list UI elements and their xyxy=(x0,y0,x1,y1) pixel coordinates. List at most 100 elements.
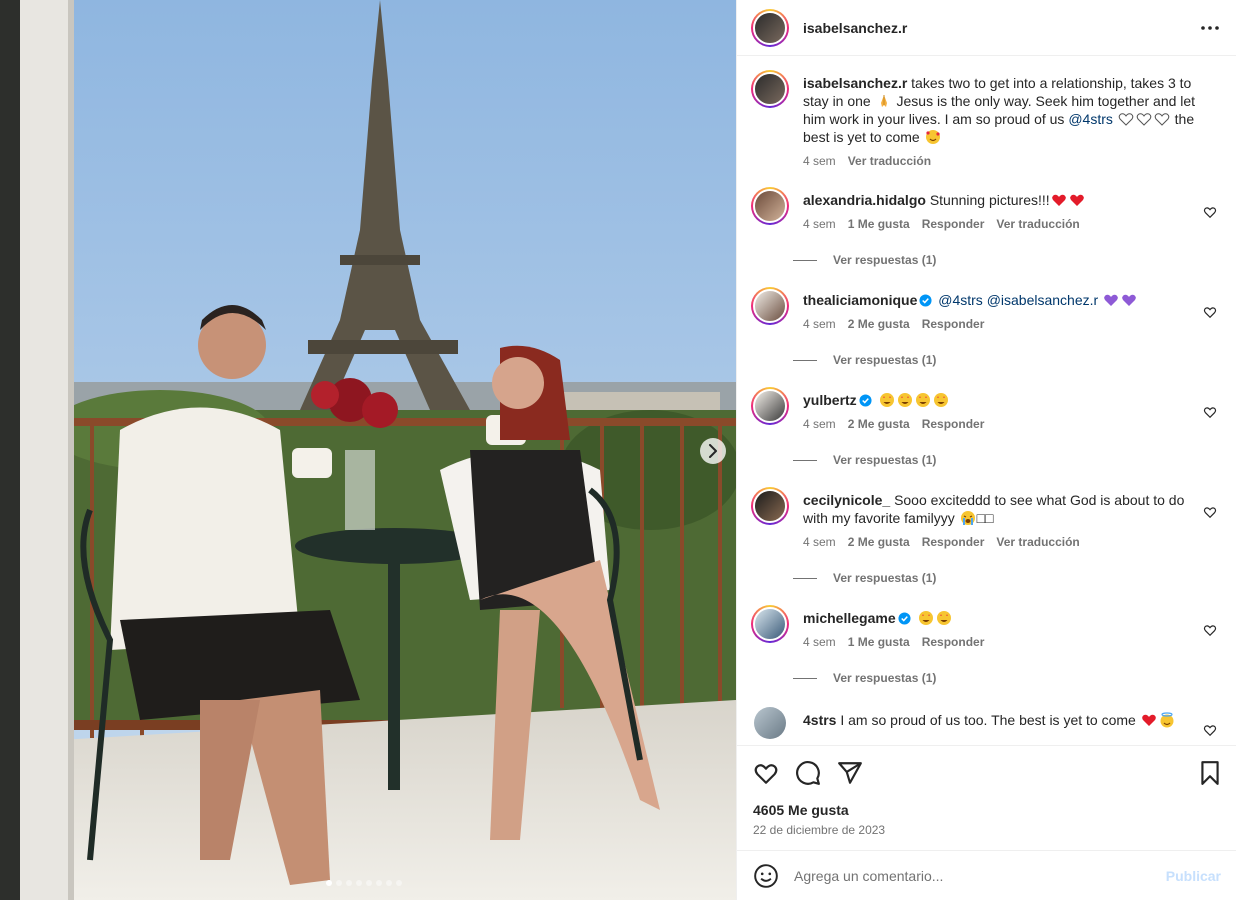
comment-time[interactable]: 4 sem xyxy=(803,215,836,233)
save-button[interactable] xyxy=(1197,760,1223,786)
commenter-username[interactable]: 4strs xyxy=(803,712,836,728)
view-replies-button[interactable]: Ver respuestas (1) xyxy=(793,453,936,467)
comment-time[interactable]: 4 sem xyxy=(803,633,836,651)
comments-list[interactable]: isabelsanchez.r takes two to get into a … xyxy=(737,57,1236,745)
caption-time[interactable]: 4 sem xyxy=(803,152,836,170)
carousel-dot xyxy=(336,880,342,886)
post-image[interactable] xyxy=(0,0,736,900)
replies-divider xyxy=(793,459,817,461)
comment-meta: 4 sem 1 Me gusta Responder Ver traducció… xyxy=(803,215,1193,233)
commenter-avatar[interactable] xyxy=(754,707,786,739)
view-replies-label: Ver respuestas (1) xyxy=(833,253,937,267)
comment-like-button[interactable] xyxy=(1203,623,1217,637)
post-date[interactable]: 22 de diciembre de 2023 xyxy=(753,823,885,837)
commenter-avatar[interactable] xyxy=(751,605,789,643)
comment-time[interactable]: 4 sem xyxy=(803,415,836,433)
commenter-username[interactable]: thealiciamonique xyxy=(803,292,917,308)
emoji-picker-button[interactable] xyxy=(753,863,779,889)
comment-mentions[interactable]: @4strs @isabelsanchez.r xyxy=(938,292,1098,308)
comment-likes-count[interactable]: 1 Me gusta xyxy=(848,633,910,651)
comment-like-button[interactable] xyxy=(1203,305,1217,319)
author-avatar[interactable] xyxy=(751,8,789,47)
comment-like-button[interactable] xyxy=(1203,505,1217,519)
comment-text: alexandria.hidalgo Stunning pictures!!! xyxy=(803,191,1193,209)
comment-body: michellegame 4 sem 1 Me gusta Responder xyxy=(803,609,1193,651)
paper-plane-icon xyxy=(838,762,862,784)
comment-meta: 4 sem 2 Me gusta Responder xyxy=(803,315,1193,333)
carousel-dot xyxy=(386,880,392,886)
commenter-avatar[interactable] xyxy=(751,387,789,425)
caption-mention[interactable]: @4strs xyxy=(1068,111,1113,127)
commenter-avatar[interactable] xyxy=(751,287,789,325)
comment-likes-count[interactable]: 2 Me gusta xyxy=(848,533,910,551)
reply-button[interactable]: Responder xyxy=(922,315,985,333)
publish-button[interactable]: Publicar xyxy=(1166,868,1221,884)
author-avatar[interactable] xyxy=(751,70,789,108)
view-replies-button[interactable]: Ver respuestas (1) xyxy=(793,671,936,685)
star-eyes-emoji-icon xyxy=(936,611,951,625)
star-eyes-emoji-icon xyxy=(879,393,894,407)
reply-button[interactable]: Responder xyxy=(922,633,985,651)
commenter-avatar[interactable] xyxy=(751,487,789,525)
see-translation-link[interactable]: Ver traducción xyxy=(848,152,931,170)
comment-text-content: I am so proud of us too. The best is yet… xyxy=(840,712,1140,728)
view-replies-label: Ver respuestas (1) xyxy=(833,453,937,467)
likes-count[interactable]: 4605 Me gusta xyxy=(753,802,849,818)
comment-input[interactable] xyxy=(794,867,1154,884)
caption-username[interactable]: isabelsanchez.r xyxy=(803,75,907,91)
folded-hands-emoji-icon xyxy=(880,95,887,107)
carousel-dot xyxy=(356,880,362,886)
comment-text: 4strs I am so proud of us too. The best … xyxy=(803,711,1193,729)
star-eyes-emoji-icon xyxy=(897,393,912,407)
share-button[interactable] xyxy=(837,760,863,786)
author-username[interactable]: isabelsanchez.r xyxy=(803,20,907,36)
view-replies-label: Ver respuestas (1) xyxy=(833,353,937,367)
commenter-username[interactable]: alexandria.hidalgo xyxy=(803,192,926,208)
purple-heart-emoji-icon xyxy=(1122,294,1136,306)
comment-meta: 4 sem 1 Me gusta Responder xyxy=(803,633,1193,651)
like-button[interactable] xyxy=(753,760,779,786)
replies-divider xyxy=(793,259,817,261)
commenter-username[interactable]: yulbertz xyxy=(803,392,857,408)
view-replies-button[interactable]: Ver respuestas (1) xyxy=(793,571,936,585)
verified-badge-icon xyxy=(859,394,872,407)
comment-time[interactable]: 4 sem xyxy=(803,533,836,551)
comment-button[interactable] xyxy=(795,760,821,786)
see-translation-link[interactable]: Ver traducción xyxy=(996,215,1079,233)
reply-button[interactable]: Responder xyxy=(922,533,985,551)
comment-time[interactable]: 4 sem xyxy=(803,315,836,333)
comment-bubble-icon xyxy=(796,761,820,785)
comment-trailing-glyphs: □□ xyxy=(976,510,994,526)
post-side-panel: isabelsanchez.r isabelsanchez.r takes tw… xyxy=(736,0,1236,900)
view-replies-button[interactable]: Ver respuestas (1) xyxy=(793,253,936,267)
comment-text: thealiciamonique @4strs @isabelsanchez.r xyxy=(803,291,1193,309)
comment-like-button[interactable] xyxy=(1203,405,1217,419)
white-heart-emoji-icon xyxy=(1154,113,1170,126)
comment-likes-count[interactable]: 1 Me gusta xyxy=(848,215,910,233)
comment-like-button[interactable] xyxy=(1203,723,1217,737)
star-eyes-emoji-icon xyxy=(933,393,948,407)
reply-button[interactable]: Responder xyxy=(922,415,985,433)
comment-likes-count[interactable]: 2 Me gusta xyxy=(848,315,910,333)
commenter-username[interactable]: cecilynicole_ xyxy=(803,492,890,508)
red-heart-emoji-icon xyxy=(1051,194,1066,206)
comment-meta: 4 sem 2 Me gusta Responder Ver traducció… xyxy=(803,533,1193,551)
chevron-right-icon xyxy=(709,444,717,458)
carousel-next-button[interactable] xyxy=(700,438,726,464)
carousel-dot xyxy=(396,880,402,886)
view-replies-label: Ver respuestas (1) xyxy=(833,671,937,685)
white-heart-emoji-icon xyxy=(1118,113,1134,126)
commenter-username[interactable]: michellegame xyxy=(803,610,896,626)
comment-likes-count[interactable]: 2 Me gusta xyxy=(848,415,910,433)
more-options-button[interactable] xyxy=(1201,19,1219,37)
reply-button[interactable]: Responder xyxy=(922,215,985,233)
comment-like-button[interactable] xyxy=(1203,205,1217,219)
red-heart-emoji-icon xyxy=(1141,714,1156,726)
verified-badge-icon xyxy=(919,294,932,307)
action-icons xyxy=(753,760,863,786)
commenter-avatar[interactable] xyxy=(751,187,789,225)
comment-text: yulbertz xyxy=(803,391,1193,409)
view-replies-button[interactable]: Ver respuestas (1) xyxy=(793,353,936,367)
see-translation-link[interactable]: Ver traducción xyxy=(996,533,1079,551)
smiling-halo-emoji-icon xyxy=(1160,712,1174,728)
